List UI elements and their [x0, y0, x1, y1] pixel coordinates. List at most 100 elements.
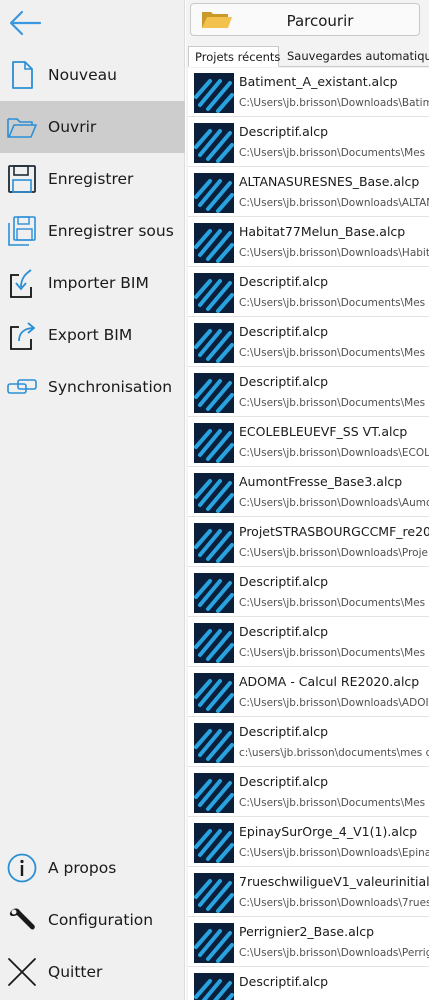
sync-icon — [6, 371, 38, 403]
menu-item-importer-bim[interactable]: Importer BIM — [0, 257, 185, 309]
tab-bar: Projets récents Sauvegardes automatiques — [188, 46, 429, 67]
project-logo-icon — [194, 823, 234, 863]
file-name: 7rueschwiligueV1_valeurinitialeV — [239, 874, 429, 889]
menu-item-configuration[interactable]: Configuration — [0, 894, 185, 946]
file-path: C:\Users\jb.brisson\Downloads\Perrig — [239, 947, 429, 959]
file-path: C:\Users\jb.brisson\Downloads\Aumo — [239, 497, 429, 509]
project-logo-icon — [194, 223, 234, 263]
file-row[interactable]: Descriptif.alcp C:\Users\jb.brisson\Docum… — [188, 368, 429, 417]
file-name: Descriptif.alcp — [239, 774, 329, 789]
recent-files-list: Batiment_A_existant.alcp C:\Users\jb.bris… — [188, 68, 429, 1000]
file-row[interactable]: ECOLEBLEUEVF_SS VT.alcp C:\Users\jb.briss… — [188, 418, 429, 467]
close-icon — [6, 956, 38, 988]
project-logo-icon — [194, 73, 234, 113]
import-icon — [6, 267, 38, 299]
menu-item-nouveau[interactable]: Nouveau — [0, 49, 185, 101]
file-row[interactable]: AumontFresse_Base3.alcp C:\Users\jb.briss… — [188, 468, 429, 517]
file-path: c:\users\jb.brisson\documents\mes d — [239, 747, 429, 759]
file-name: Descriptif.alcp — [239, 324, 329, 339]
file-name: Perrignier2_Base.alcp — [239, 924, 375, 939]
arrow-left-icon — [9, 10, 42, 36]
project-logo-icon — [194, 773, 234, 813]
file-path: C:\Users\jb.brisson\Documents\Mes d — [239, 597, 429, 609]
project-logo-icon — [194, 373, 234, 413]
file-path: C:\Users\jb.brisson\Downloads\ECOL — [239, 447, 429, 459]
file-row[interactable]: Descriptif.alcp C:\Users\jb.brisson\Docum… — [188, 768, 429, 817]
browse-label: Parcourir — [286, 12, 354, 30]
file-path: C:\Users\jb.brisson\Documents\Mes d — [239, 347, 429, 359]
file-path: C:\Users\jb.brisson\Documents\Mes d — [239, 397, 429, 409]
project-logo-icon — [194, 923, 234, 963]
tab-projets-recents[interactable]: Projets récents — [188, 46, 280, 67]
file-name: Descriptif.alcp — [239, 624, 329, 639]
menu-label-a-propos: A propos — [48, 859, 117, 877]
file-row[interactable]: ADOMA - Calcul RE2020.alcp C:\Users\jb.br… — [188, 668, 429, 717]
file-name: ECOLEBLEUEVF_SS VT.alcp — [239, 424, 408, 439]
menu-label-configuration: Configuration — [48, 911, 154, 929]
browse-button[interactable]: Parcourir — [190, 3, 420, 36]
project-logo-icon — [194, 973, 234, 1000]
menu-item-enregistrer-sous[interactable]: Enregistrer sous — [0, 205, 185, 257]
menu-item-enregistrer[interactable]: Enregistrer — [0, 153, 185, 205]
file-path: C:\Users\jb.brisson\Documents\Mes d — [239, 297, 429, 309]
file-path: C:\Users\jb.brisson\Downloads\7rues — [239, 897, 429, 909]
menu-item-synchronisation[interactable]: Synchronisation — [0, 361, 185, 413]
file-name: ALTANASURESNES_Base.alcp — [239, 174, 420, 189]
menu-label-nouveau: Nouveau — [48, 66, 117, 84]
file-name: Descriptif.alcp — [239, 974, 329, 989]
file-row[interactable]: Descriptif.alcp C:\Users\jb.brisson\Docum… — [188, 268, 429, 317]
back-button[interactable] — [6, 6, 44, 40]
file-name: Descriptif.alcp — [239, 724, 329, 739]
file-row[interactable]: Descriptif.alcp C:\Users\jb.brisson\Docum… — [188, 318, 429, 367]
file-path: C:\Users\jb.brisson\Downloads\Proje — [239, 547, 428, 559]
file-name: AumontFresse_Base3.alcp — [239, 474, 403, 489]
project-logo-icon — [194, 523, 234, 563]
file-row[interactable]: Descriptif.alcp — [188, 968, 429, 1000]
file-name: Descriptif.alcp — [239, 124, 329, 139]
file-row[interactable]: 7rueschwiligueV1_valeurinitialeV C:\Users… — [188, 868, 429, 917]
menu-item-export-bim[interactable]: Export BIM — [0, 309, 185, 361]
file-row[interactable]: Batiment_A_existant.alcp C:\Users\jb.bris… — [188, 68, 429, 117]
file-row[interactable]: Descriptif.alcp C:\Users\jb.brisson\Docum… — [188, 118, 429, 167]
file-row[interactable]: Descriptif.alcp c:\users\jb.brisson\docum… — [188, 718, 429, 767]
project-logo-icon — [194, 723, 234, 763]
menu-item-a-propos[interactable]: A propos — [0, 842, 185, 894]
menu-item-ouvrir[interactable]: Ouvrir — [0, 101, 185, 153]
project-logo-icon — [194, 323, 234, 363]
menu-label-synchronisation: Synchronisation — [48, 378, 173, 396]
file-name: Descriptif.alcp — [239, 374, 329, 389]
file-row[interactable]: ALTANASURESNES_Base.alcp C:\Users\jb.bris… — [188, 168, 429, 217]
export-icon — [6, 319, 38, 351]
file-row[interactable]: Descriptif.alcp C:\Users\jb.brisson\Docum… — [188, 568, 429, 617]
file-path: C:\Users\jb.brisson\Documents\Mes d — [239, 147, 429, 159]
file-path: C:\Users\jb.brisson\Downloads\Epina — [239, 847, 429, 859]
menu-item-quitter[interactable]: Quitter — [0, 946, 185, 998]
project-logo-icon — [194, 573, 234, 613]
file-row[interactable]: Descriptif.alcp C:\Users\jb.brisson\Docum… — [188, 618, 429, 667]
project-logo-icon — [194, 273, 234, 313]
wrench-icon — [6, 904, 38, 936]
file-name: ADOMA - Calcul RE2020.alcp — [239, 674, 420, 689]
menu-label-quitter: Quitter — [48, 963, 103, 981]
save-as-icon — [6, 215, 38, 247]
file-row[interactable]: Habitat77Melun_Base.alcp C:\Users\jb.bris… — [188, 218, 429, 267]
sidebar: Nouveau Ouvrir Enregistrer Enregistrer s… — [0, 0, 185, 1000]
menu-label-export-bim: Export BIM — [48, 326, 133, 344]
menu-label-enregistrer-sous: Enregistrer sous — [48, 222, 174, 240]
file-path: C:\Users\jb.brisson\Downloads\Batim — [239, 97, 429, 109]
project-logo-icon — [194, 423, 234, 463]
file-name: EpinaySurOrge_4_V1(1).alcp — [239, 824, 418, 839]
file-row[interactable]: Perrignier2_Base.alcp C:\Users\jb.brisson… — [188, 918, 429, 967]
new-document-icon — [6, 59, 38, 91]
project-logo-icon — [194, 173, 234, 213]
project-logo-icon — [194, 623, 234, 663]
file-name: Habitat77Melun_Base.alcp — [239, 224, 406, 239]
file-row[interactable]: EpinaySurOrge_4_V1(1).alcp C:\Users\jb.br… — [188, 818, 429, 867]
project-logo-icon — [194, 123, 234, 163]
menu-label-importer-bim: Importer BIM — [48, 274, 149, 292]
file-row[interactable]: ProjetSTRASBOURGCCMF_re202 C:\Users\jb.br… — [188, 518, 429, 567]
tab-sauvegardes-automatiques[interactable]: Sauvegardes automatiques — [281, 46, 429, 66]
project-logo-icon — [194, 473, 234, 513]
file-path: C:\Users\jb.brisson\Downloads\Habit — [239, 247, 429, 259]
save-icon — [6, 163, 38, 195]
